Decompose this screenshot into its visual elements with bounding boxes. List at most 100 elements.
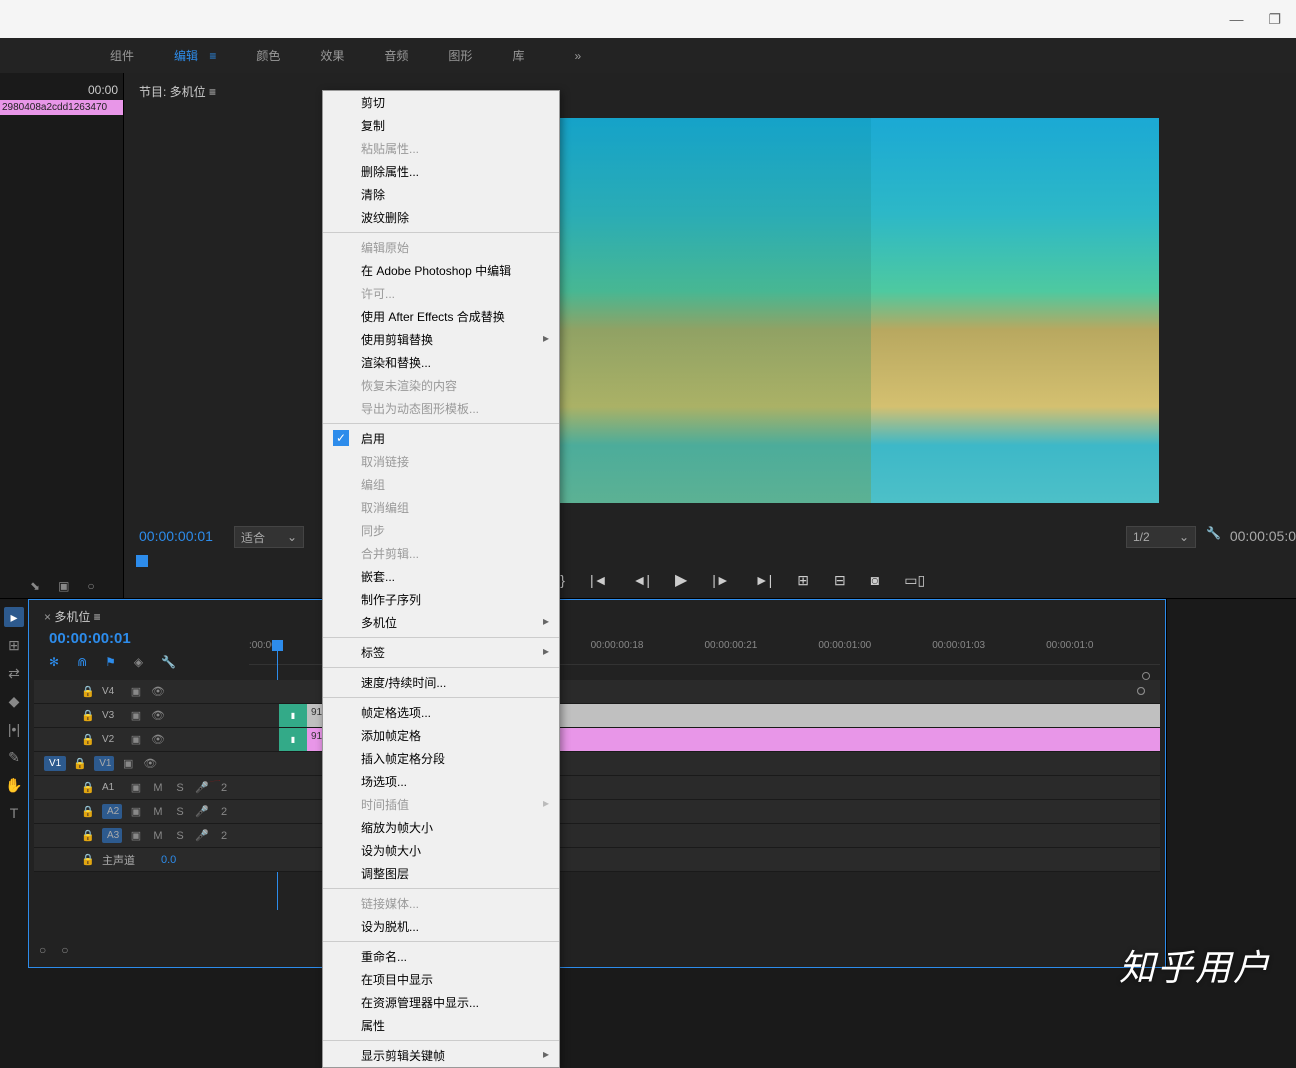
lock-icon[interactable]: 🔒 xyxy=(80,733,96,746)
lift-button[interactable]: ⊞ xyxy=(797,572,809,589)
menu-item[interactable]: 多机位 xyxy=(323,611,559,634)
menu-item[interactable]: 添加帧定格 xyxy=(323,724,559,747)
toggle-output-icon[interactable]: ▣ xyxy=(128,709,144,722)
lock-icon[interactable]: 🔒 xyxy=(80,805,96,818)
toggle-output-icon[interactable]: ▣ xyxy=(128,685,144,698)
menu-item[interactable]: 缩放为帧大小 xyxy=(323,816,559,839)
track-v1[interactable]: V1🔒V1▣👁 xyxy=(34,752,1160,776)
tab-effects[interactable]: 效果 xyxy=(320,47,344,64)
track-v2[interactable]: 🔒V2▣👁 ▮914ca2f xyxy=(34,728,1160,752)
menu-item[interactable]: 制作子序列 xyxy=(323,588,559,611)
program-resolution-select[interactable]: 1/2⌄ xyxy=(1126,526,1196,548)
tab-library[interactable]: 库 xyxy=(512,47,524,64)
track-a1[interactable]: 🔒A1▣MS🎤2 xyxy=(34,776,1160,800)
tab-graphics[interactable]: 图形 xyxy=(448,47,472,64)
lock-icon[interactable]: 🔒 xyxy=(72,757,88,770)
tab-editing[interactable]: 编辑 xyxy=(174,47,216,64)
track-a3[interactable]: 🔒A3▣MS🎤2 xyxy=(34,824,1160,848)
track-v4[interactable]: 🔒V4▣👁 xyxy=(34,680,1160,704)
track-v3[interactable]: 🔒V3▣👁 ▮914ca2f xyxy=(34,704,1160,728)
magnet-icon[interactable]: ⋒ xyxy=(77,655,87,669)
source-overwrite-icon[interactable]: ▣ xyxy=(58,579,69,593)
menu-item[interactable]: 复制 xyxy=(323,114,559,137)
menu-item[interactable]: 设为帧大小 xyxy=(323,839,559,862)
menu-item[interactable]: 使用 After Effects 合成替换 xyxy=(323,305,559,328)
solo-button[interactable]: S xyxy=(172,806,188,818)
track-target[interactable]: A2 xyxy=(102,804,122,819)
source-clip[interactable]: 2980408a2cdd1263470 xyxy=(0,100,123,115)
lock-icon[interactable]: 🔒 xyxy=(80,781,96,794)
mic-icon[interactable]: 🎤 xyxy=(194,805,210,818)
eye-icon[interactable]: 👁 xyxy=(150,733,166,746)
menu-item[interactable]: 嵌套... xyxy=(323,565,559,588)
menu-item[interactable]: 调整图层 xyxy=(323,862,559,885)
tab-audio[interactable]: 音频 xyxy=(384,47,408,64)
source-circle-icon[interactable]: ○ xyxy=(87,579,94,593)
hand-tool[interactable]: ✋ xyxy=(4,775,24,795)
tab-overflow-button[interactable]: » xyxy=(574,49,581,63)
eye-icon[interactable]: 👁 xyxy=(150,685,166,698)
program-timecode[interactable]: 00:00:00:01 xyxy=(139,528,213,544)
snap-icon[interactable]: ✻ xyxy=(49,655,59,669)
eye-icon[interactable]: 👁 xyxy=(142,757,158,770)
program-zoom-select[interactable]: 适合⌄ xyxy=(234,526,304,548)
zoom-in-button[interactable]: ○ xyxy=(61,943,68,957)
menu-item[interactable]: 剪切 xyxy=(323,91,559,114)
toggle-output-icon[interactable]: ▣ xyxy=(128,829,144,842)
mute-button[interactable]: M xyxy=(150,806,166,818)
mark-out-button[interactable]: } xyxy=(560,572,565,588)
restore-button[interactable]: ❐ xyxy=(1268,11,1281,28)
track-master[interactable]: 🔒主声道0.0 xyxy=(34,848,1160,872)
extract-button[interactable]: ⊟ xyxy=(834,572,846,589)
toggle-output-icon[interactable]: ▣ xyxy=(128,781,144,794)
tab-color[interactable]: 颜色 xyxy=(256,47,280,64)
goto-out-button[interactable]: ►| xyxy=(755,572,773,588)
export-frame-button[interactable]: ◙ xyxy=(871,572,879,588)
menu-item[interactable]: 速度/持续时间... xyxy=(323,671,559,694)
marker-icon[interactable]: ⚑ xyxy=(105,655,116,669)
lock-icon[interactable]: 🔒 xyxy=(80,685,96,698)
mute-button[interactable]: M xyxy=(150,782,166,794)
menu-item[interactable]: 在项目中显示 xyxy=(323,968,559,991)
mute-button[interactable]: M xyxy=(150,830,166,842)
compare-view-button[interactable]: ▭▯ xyxy=(904,572,925,589)
menu-item[interactable]: 场选项... xyxy=(323,770,559,793)
lock-icon[interactable]: 🔒 xyxy=(80,829,96,842)
menu-item[interactable]: 属性 xyxy=(323,1014,559,1037)
menu-item[interactable]: 清除 xyxy=(323,183,559,206)
wrench-icon[interactable]: 🔧 xyxy=(1206,526,1221,540)
type-tool[interactable]: T xyxy=(4,803,24,823)
source-patch[interactable]: V1 xyxy=(44,756,66,771)
menu-item[interactable]: 标签 xyxy=(323,641,559,664)
eye-icon[interactable]: 👁 xyxy=(150,709,166,722)
toggle-output-icon[interactable]: ▣ xyxy=(128,805,144,818)
toggle-output-icon[interactable]: ▣ xyxy=(120,757,136,770)
menu-item[interactable]: 渲染和替换... xyxy=(323,351,559,374)
lock-icon[interactable]: 🔒 xyxy=(80,853,96,866)
lock-icon[interactable]: 🔒 xyxy=(80,709,96,722)
toggle-output-icon[interactable]: ▣ xyxy=(128,733,144,746)
menu-item[interactable]: 使用剪辑替换 xyxy=(323,328,559,351)
track-a2[interactable]: 🔒A2▣MS🎤2 xyxy=(34,800,1160,824)
master-volume[interactable]: 0.0 xyxy=(161,854,176,866)
solo-button[interactable]: S xyxy=(172,830,188,842)
source-insert-icon[interactable]: ⬊ xyxy=(30,579,40,593)
slip-tool[interactable]: |•| xyxy=(4,719,24,739)
zoom-out-button[interactable]: ○ xyxy=(39,943,46,957)
step-forward-button[interactable]: |► xyxy=(712,572,730,588)
selection-tool[interactable]: ▸ xyxy=(4,607,24,627)
goto-in-button[interactable]: |◄ xyxy=(590,572,608,588)
mic-icon[interactable]: 🎤 xyxy=(194,781,210,794)
ripple-tool[interactable]: ⇄ xyxy=(4,663,24,683)
menu-item[interactable]: 插入帧定格分段 xyxy=(323,747,559,770)
timeline-timecode[interactable]: 00:00:00:01 xyxy=(49,630,131,647)
play-button[interactable]: ▶ xyxy=(675,570,687,590)
razor-tool[interactable]: ◆ xyxy=(4,691,24,711)
tab-assembly[interactable]: 组件 xyxy=(110,47,134,64)
menu-item[interactable]: 设为脱机... xyxy=(323,915,559,938)
track-select-tool[interactable]: ⊞ xyxy=(4,635,24,655)
menu-item[interactable]: 在资源管理器中显示... xyxy=(323,991,559,1014)
minimize-button[interactable]: — xyxy=(1229,11,1243,27)
wrench-icon[interactable]: 🔧 xyxy=(161,655,176,669)
pen-tool[interactable]: ✎ xyxy=(4,747,24,767)
